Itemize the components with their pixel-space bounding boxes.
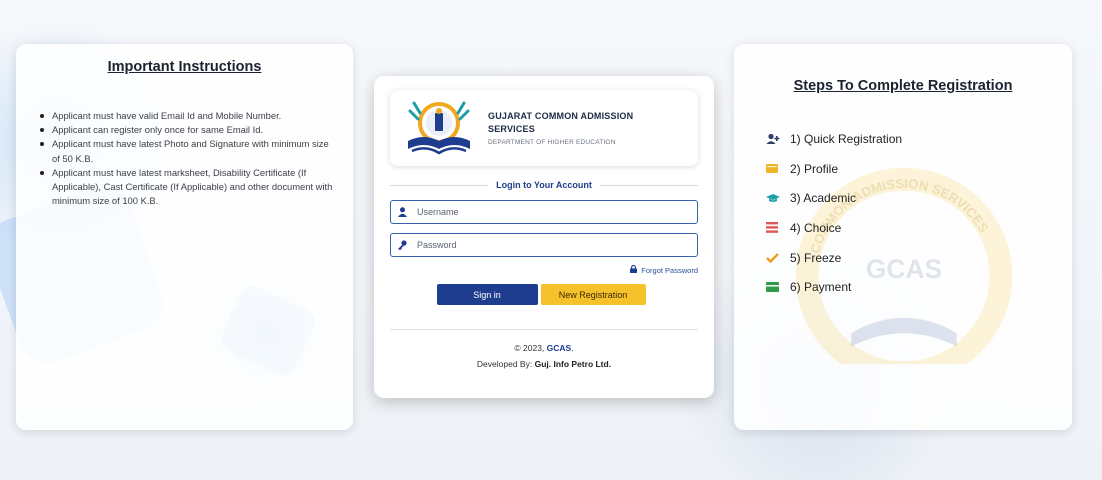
divider [599,184,699,186]
copyright-brand: GCAS [546,343,572,353]
user-icon [391,207,413,217]
instruction-item: Applicant can register only once for sam… [38,123,337,137]
login-caption: Login to Your Account [496,180,592,190]
new-registration-button[interactable]: New Registration [540,284,646,305]
divider [390,184,489,186]
login-card: GUJARAT COMMON ADMISSION SERVICES DEPART… [374,76,714,398]
copyright-prefix: © 2023, [514,343,545,353]
key-icon [391,240,413,250]
brand-title-line2: SERVICES [488,124,535,134]
step-item: 6) Payment [766,272,1072,302]
list-icon [766,222,790,234]
password-field [390,233,698,257]
steps-list: 1) Quick Registration 2) Profile 3) Acad… [766,124,1072,302]
instructions-card: Important Instructions Applicant must ha… [16,44,353,430]
brand-text: GUJARAT COMMON ADMISSION SERVICES DEPART… [488,110,633,146]
graduation-cap-icon [766,193,790,203]
brand-title-line1: GUJARAT COMMON ADMISSION [488,111,634,121]
forgot-password-link[interactable]: Forgot Password [390,264,698,275]
instructions-heading: Important Instructions [107,59,262,75]
lock-icon [630,264,638,275]
developer-prefix: Developed By: [476,359,533,369]
action-buttons: Sign in New Registration [374,284,714,305]
step-item: 3) Academic [766,183,1072,213]
copyright-suffix: . [571,343,574,353]
copyright-line: © 2023, GCAS. [374,340,714,356]
password-input[interactable] [413,240,697,250]
developer-name: Guj. Info Petro Ltd. [534,359,612,369]
step-item: 4) Choice [766,213,1072,243]
step-label: 1) Quick Registration [790,131,903,146]
divider [390,329,698,330]
instruction-item: Applicant must have latest marksheet, Di… [38,166,337,209]
instructions-list: Applicant must have valid Email Id and M… [38,109,337,208]
step-item: 1) Quick Registration [766,124,1072,154]
steps-card: COMMON ADMISSION SERVICES GCAS Steps To … [734,44,1072,430]
step-item: 2) Profile [766,154,1072,184]
user-plus-icon [766,133,790,145]
instruction-item: Applicant must have valid Email Id and M… [38,109,337,123]
step-item: 5) Freeze [766,243,1072,273]
username-input[interactable] [413,207,697,217]
sign-in-button[interactable]: Sign in [436,284,538,305]
step-label: 6) Payment [790,280,852,295]
check-icon [766,252,790,263]
step-label: 4) Choice [790,220,842,235]
id-card-icon [766,164,790,174]
money-icon [766,282,790,293]
username-field [390,200,698,224]
step-label: 5) Freeze [790,250,842,265]
brand-header: GUJARAT COMMON ADMISSION SERVICES DEPART… [390,90,698,166]
steps-heading: Steps To Complete Registration [793,78,1013,94]
developer-line: Developed By: Guj. Info Petro Ltd. [374,356,714,372]
step-label: 3) Academic [790,191,857,206]
login-caption-row: Login to Your Account [390,180,699,190]
brand-subtitle: DEPARTMENT OF HIGHER EDUCATION [488,139,616,146]
instruction-item: Applicant must have latest Photo and Sig… [38,137,337,165]
login-footer: © 2023, GCAS. Developed By: Guj. Info Pe… [374,340,714,372]
step-label: 2) Profile [790,161,839,176]
gcas-logo [404,97,474,159]
forgot-password-label: Forgot Password [641,265,698,275]
